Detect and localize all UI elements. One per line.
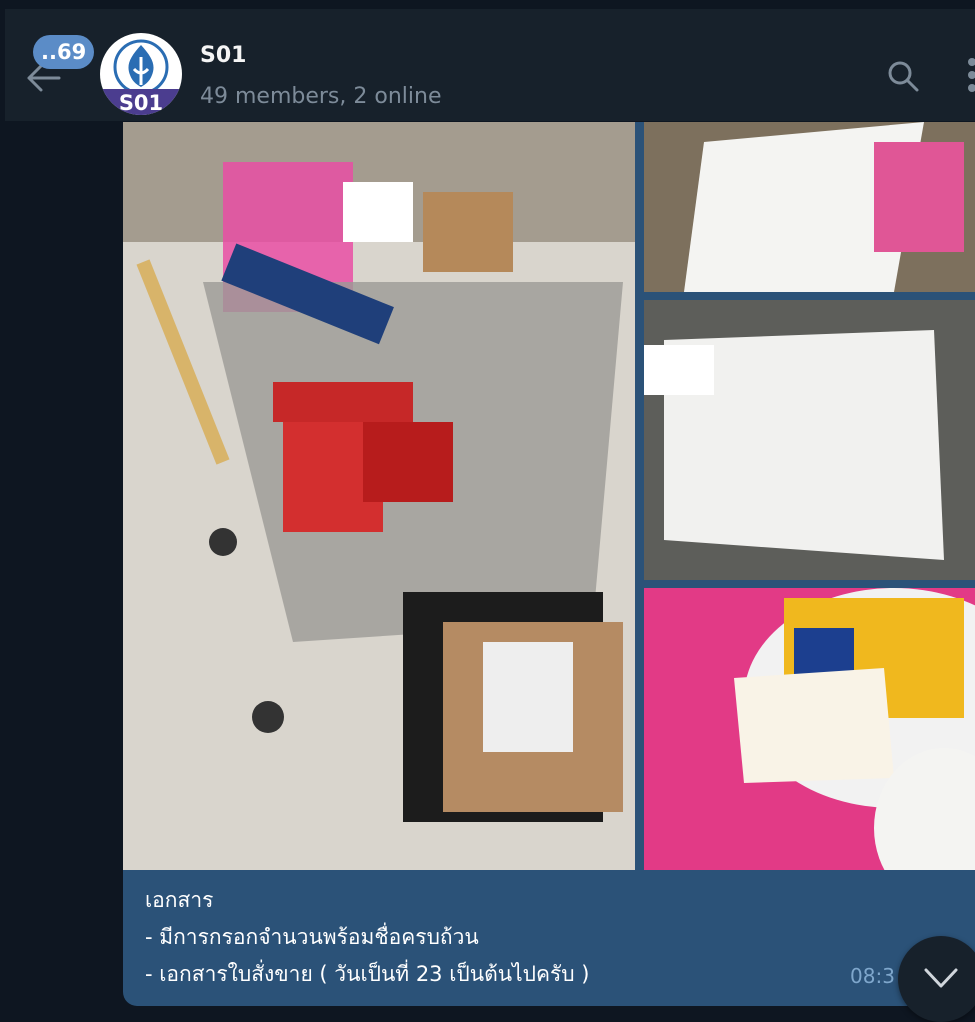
photo-invoice-1[interactable]: [644, 122, 975, 292]
avatar-label: S01: [100, 89, 182, 115]
chat-title[interactable]: S01: [200, 43, 246, 68]
message-caption: เอกสาร - มีการกรอกจำนวนพร้อมชื่อครบถ้วน …: [145, 882, 865, 993]
scroll-down-button[interactable]: [898, 936, 975, 1022]
message-time: 08:3: [850, 964, 895, 988]
caption-line-1: เอกสาร: [145, 888, 214, 912]
caption-line-3: - เอกสารใบสั่งขาย ( วันเป็นที่ 23 เป็นต้…: [145, 962, 590, 986]
avatar[interactable]: S01: [100, 33, 182, 115]
message-bubble[interactable]: เอกสาร - มีการกรอกจำนวนพร้อมชื่อครบถ้วน …: [123, 122, 975, 1006]
more-vert-icon[interactable]: [965, 55, 975, 95]
photo-receipt[interactable]: [644, 588, 975, 870]
photo-shopping-carts[interactable]: [123, 122, 635, 870]
chevron-down-icon: [924, 968, 958, 988]
caption-line-2: - มีการกรอกจำนวนพร้อมชื่อครบถ้วน: [145, 925, 479, 949]
search-icon[interactable]: [886, 59, 920, 93]
chat-header: ..69 S01 S01 49 members, 2 online: [5, 9, 975, 121]
chat-subtitle: 49 members, 2 online: [200, 84, 442, 109]
unread-count-badge: ..69: [33, 35, 95, 69]
photo-invoice-2[interactable]: [644, 300, 975, 580]
